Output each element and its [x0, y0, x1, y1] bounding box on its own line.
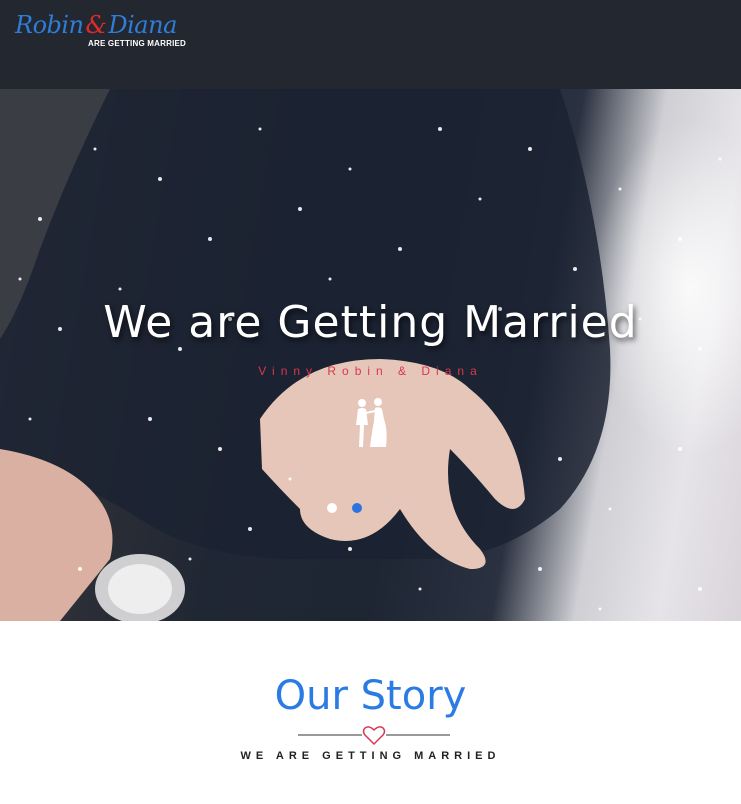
logo[interactable]: Robin&Diana ARE GETTING MARRIED: [15, 10, 187, 55]
hero-subtitle: Vinny Robin & Diana: [258, 364, 483, 378]
site-header: Robin&Diana ARE GETTING MARRIED: [0, 0, 741, 89]
section-tagline: WE ARE GETTING MARRIED: [240, 750, 501, 762]
hero-background-photo: [0, 89, 722, 621]
logo-ampersand: &: [85, 11, 107, 39]
carousel-dot-2[interactable]: [352, 503, 362, 513]
our-story-section: Our Story WE ARE GETTING MARRIED: [0, 621, 741, 804]
carousel-dot-1[interactable]: [327, 503, 337, 513]
heart-outline-icon: [298, 726, 450, 746]
hero-title: We are Getting Married: [103, 297, 638, 348]
logo-name-diana: Diana: [108, 11, 177, 39]
logo-name-robin: Robin: [15, 11, 84, 39]
couple-silhouette-icon: [356, 398, 387, 447]
logo-script: Robin&Diana: [15, 10, 177, 40]
hero-slider: We are Getting Married Vinny Robin & Dia…: [0, 89, 741, 621]
section-title: Our Story: [274, 673, 467, 719]
logo-subtitle: ARE GETTING MARRIED: [88, 39, 187, 48]
